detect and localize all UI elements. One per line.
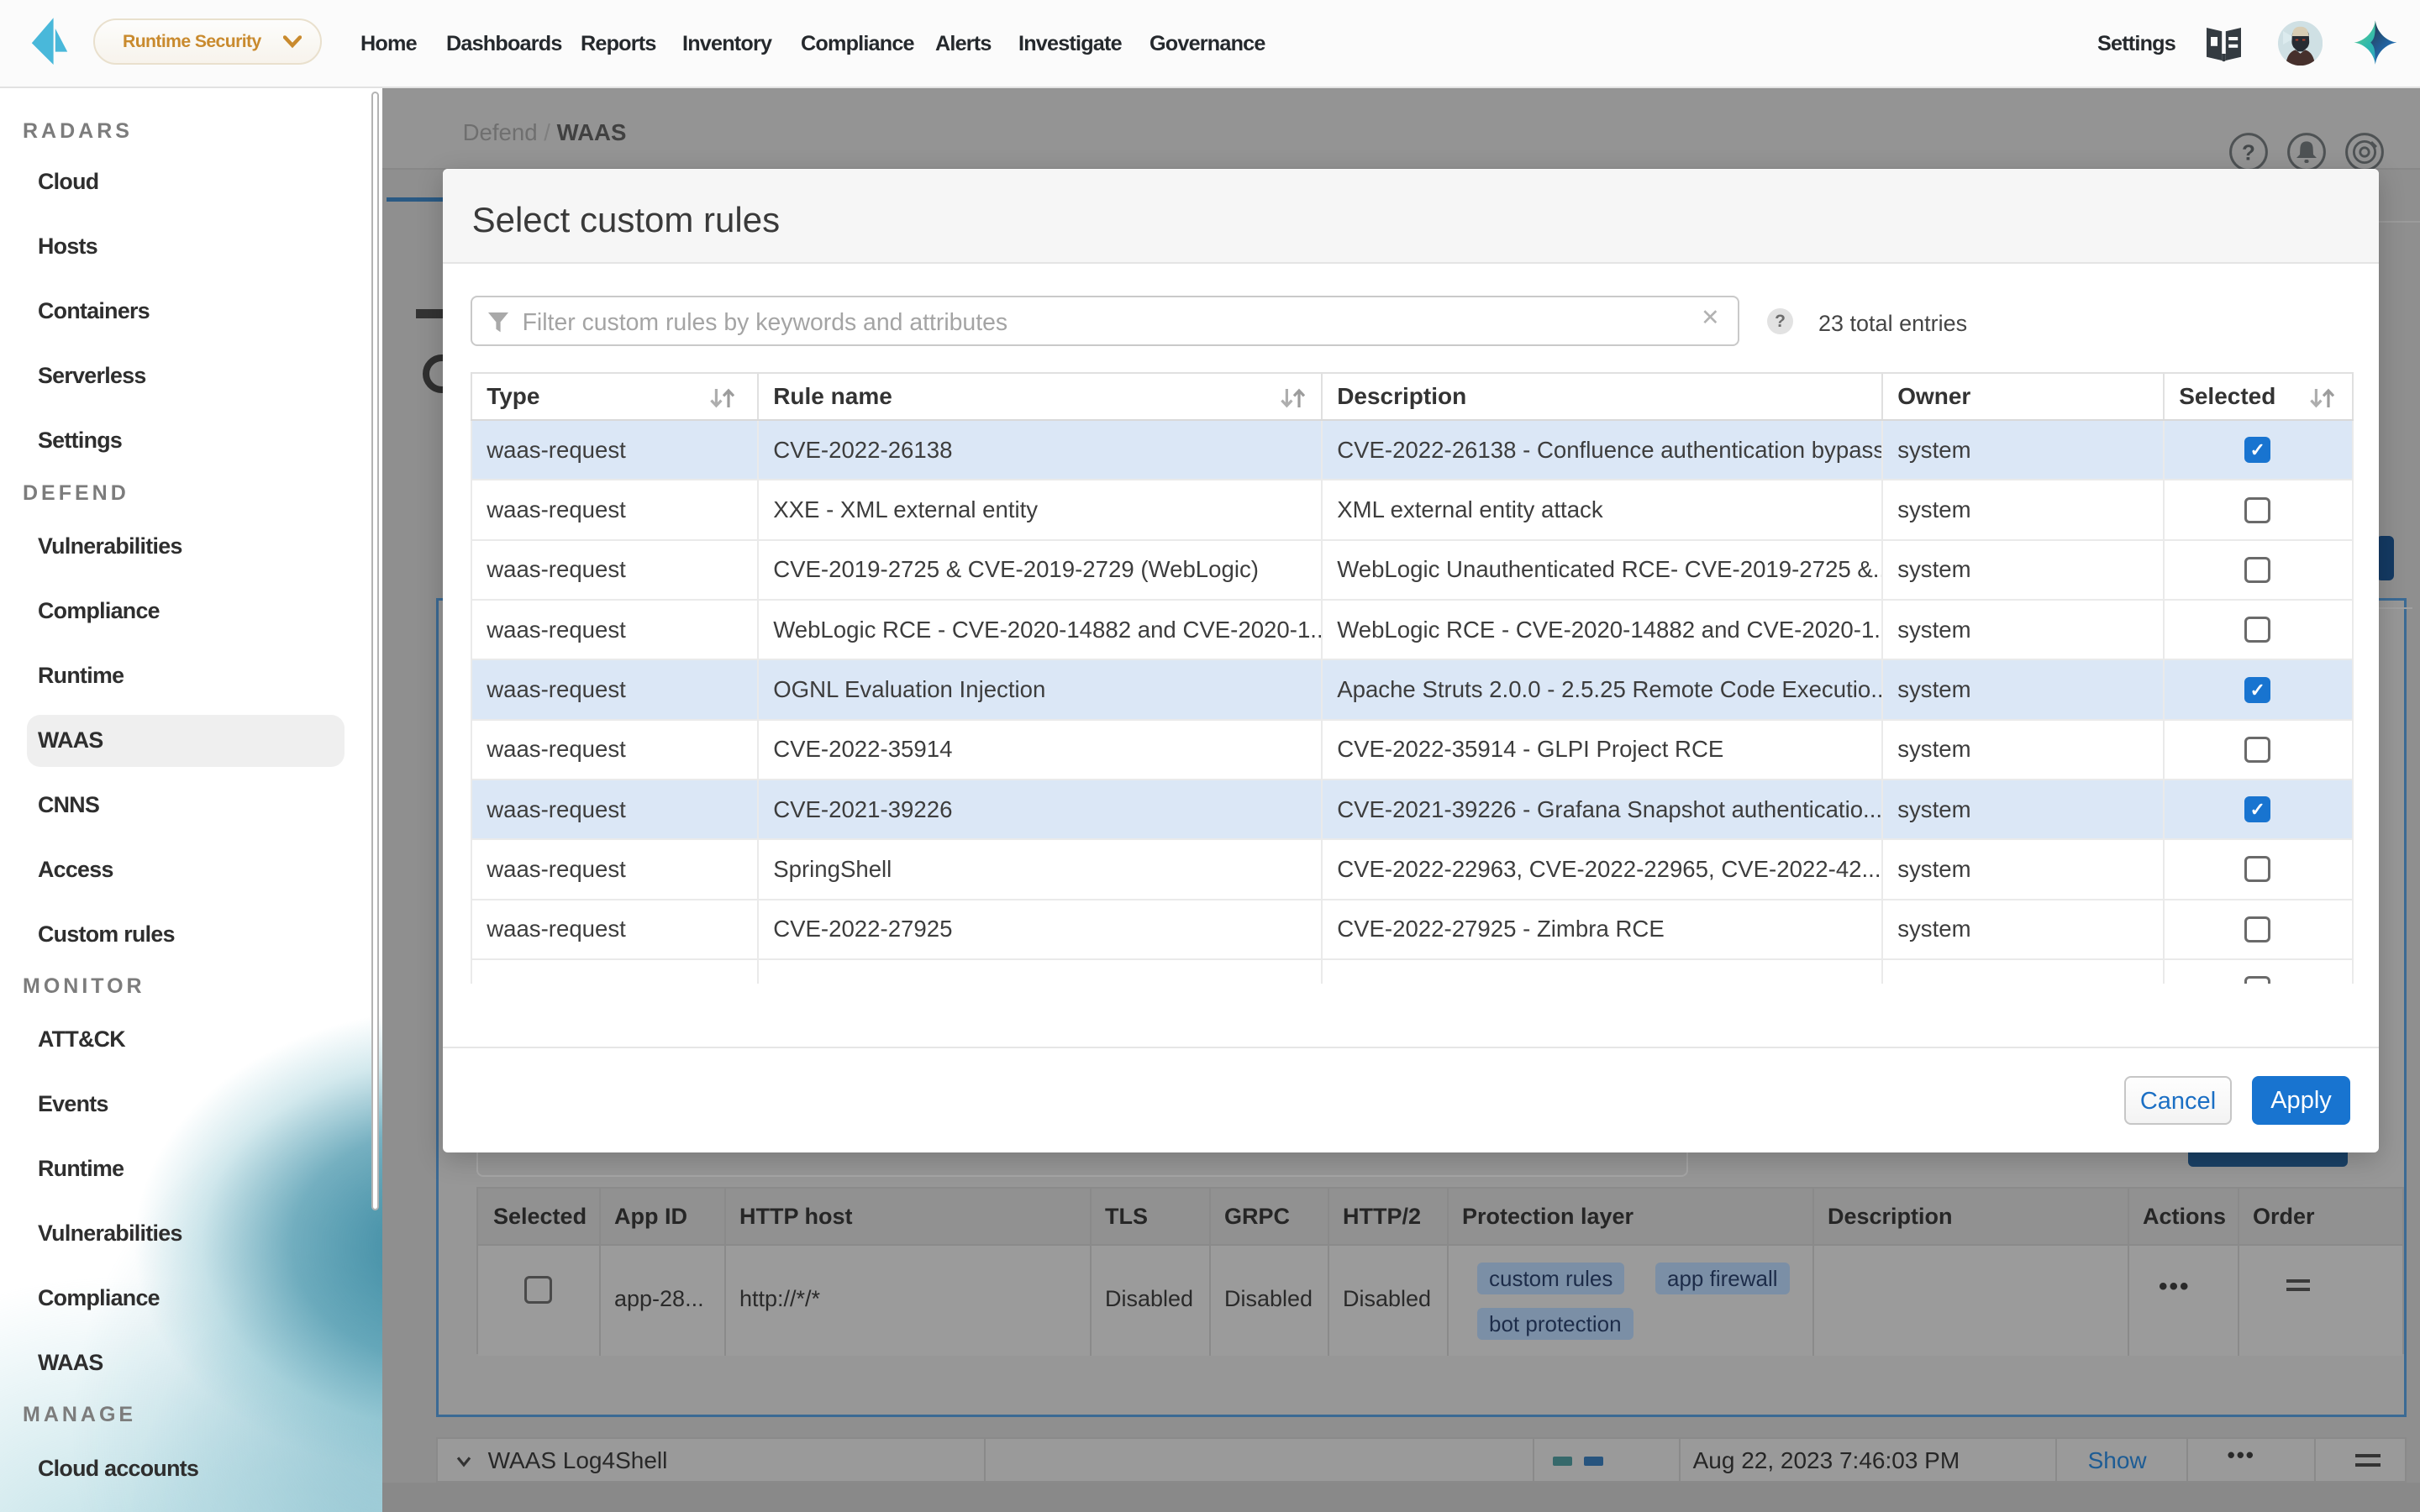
svg-text:?: ?: [2242, 139, 2255, 165]
